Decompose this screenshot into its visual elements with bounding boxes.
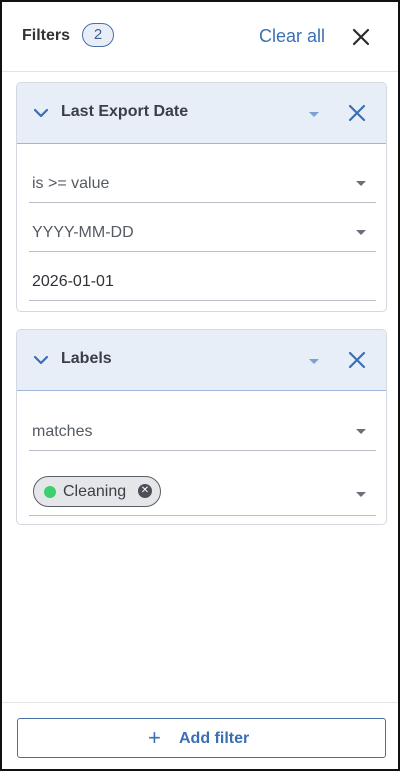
close-icon[interactable] xyxy=(348,24,374,50)
caret-down-icon xyxy=(356,181,366,186)
date-value: 2026-01-01 xyxy=(32,273,114,290)
labels-select[interactable]: Cleaning ✕ xyxy=(29,462,376,516)
remove-filter-icon[interactable] xyxy=(345,348,369,372)
filters-panel: Filters 2 Clear all Last Export Date is … xyxy=(0,0,400,771)
caret-down-icon xyxy=(356,492,366,497)
panel-header: Filters 2 Clear all xyxy=(2,2,398,72)
caret-down-icon xyxy=(356,429,366,434)
filter-card-header[interactable]: Last Export Date xyxy=(17,83,386,144)
plus-icon: + xyxy=(148,725,161,750)
label-chip: Cleaning ✕ xyxy=(33,476,161,507)
chevron-down-icon[interactable] xyxy=(31,103,51,123)
chevron-down-icon[interactable] xyxy=(31,350,51,370)
caret-down-icon xyxy=(356,230,366,235)
filter-card-last-export-date: Last Export Date is >= value YYYY-MM-DD … xyxy=(16,82,387,312)
add-filter-button[interactable]: + Add filter xyxy=(17,718,386,758)
operator-select[interactable]: is >= value xyxy=(29,163,376,203)
match-mode-value: matches xyxy=(32,423,93,440)
date-format-value: YYYY-MM-DD xyxy=(32,224,134,241)
panel-footer: + Add filter xyxy=(2,702,398,769)
date-value-input[interactable]: 2026-01-01 xyxy=(29,261,376,301)
match-mode-select[interactable]: matches xyxy=(29,411,376,451)
clear-all-link[interactable]: Clear all xyxy=(259,26,325,47)
chip-label: Cleaning xyxy=(63,483,127,500)
filter-title: Labels xyxy=(61,350,112,367)
add-filter-label: Add filter xyxy=(179,730,250,747)
operator-value: is >= value xyxy=(32,175,110,192)
filter-card-header[interactable]: Labels xyxy=(17,330,386,391)
caret-down-icon[interactable] xyxy=(307,354,321,364)
filter-card-labels: Labels matches Cleaning ✕ xyxy=(16,329,387,525)
date-format-select[interactable]: YYYY-MM-DD xyxy=(29,212,376,252)
panel-title: Filters xyxy=(22,27,71,44)
label-color-dot xyxy=(44,486,56,498)
x-circle-icon[interactable]: ✕ xyxy=(138,484,152,498)
caret-down-icon[interactable] xyxy=(307,107,321,117)
filter-title: Last Export Date xyxy=(61,103,189,120)
filter-count-badge: 2 xyxy=(82,23,114,47)
remove-filter-icon[interactable] xyxy=(345,101,369,125)
